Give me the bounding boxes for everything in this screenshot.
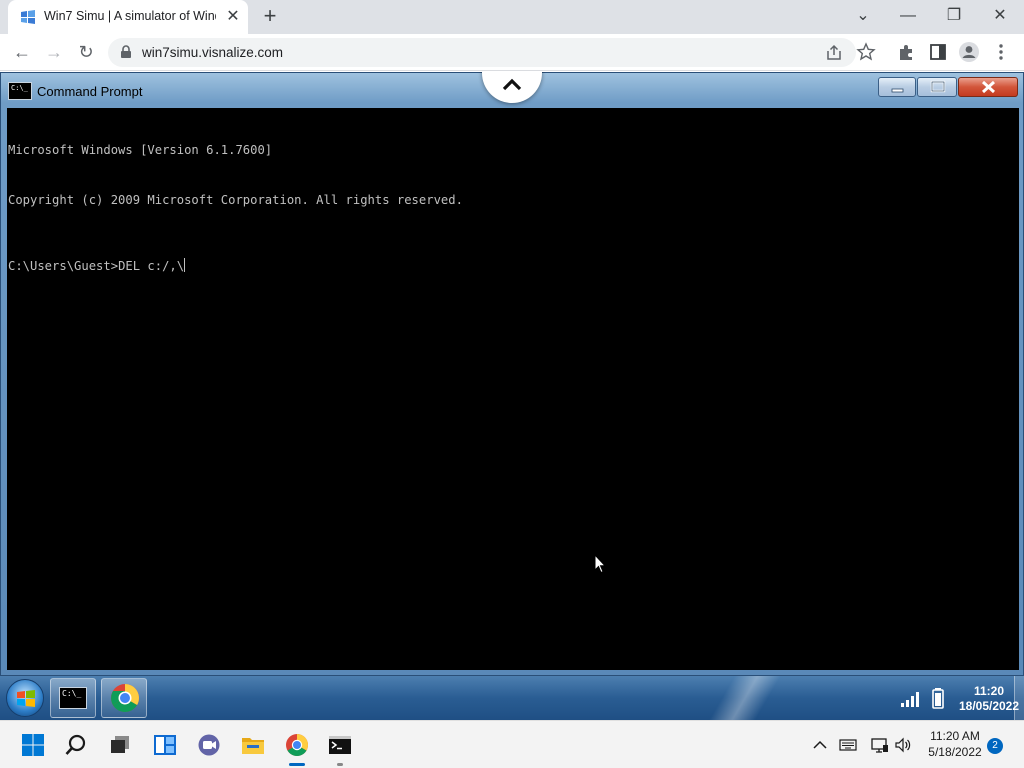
profile-avatar-icon[interactable]: [958, 41, 980, 63]
volume-icon[interactable]: [893, 735, 913, 755]
chevron-up-icon: [502, 78, 522, 91]
browser-toolbar: ← → ↻ win7simu.visnalize.com: [0, 34, 1024, 71]
cmd-window-icon: C:\_: [8, 82, 32, 100]
command-prompt-icon-glyph: C:\_: [62, 689, 82, 698]
cmd-window-icon-glyph: C:\_: [11, 84, 28, 92]
win11-clock[interactable]: 11:20 AM 5/18/2022: [920, 728, 990, 760]
win7-taskbar: C:\_ 11:20 18/05/2022: [0, 676, 1024, 720]
minimize-icon: [891, 88, 904, 93]
close-window-button[interactable]: ✕: [986, 4, 1014, 28]
taskbar-command-prompt[interactable]: C:\_: [50, 678, 96, 718]
back-button[interactable]: ←: [10, 40, 34, 64]
chevron-up-icon[interactable]: [810, 735, 830, 755]
keyboard-icon[interactable]: [838, 735, 858, 755]
console-output[interactable]: Microsoft Windows [Version 6.1.7600] Cop…: [7, 108, 1019, 670]
bookmark-star-icon[interactable]: [855, 41, 877, 63]
tab-close-icon[interactable]: ✕: [224, 8, 242, 26]
cmd-close-button[interactable]: [958, 77, 1018, 97]
cmd-minimize-button[interactable]: [878, 77, 916, 97]
win7-start-button[interactable]: [6, 679, 44, 717]
terminal-taskbar-icon[interactable]: [328, 733, 352, 757]
cmd-maximize-button[interactable]: [917, 77, 957, 97]
teams-chat-icon[interactable]: [197, 733, 221, 757]
close-icon: [981, 80, 996, 94]
lock-icon[interactable]: [120, 45, 132, 59]
win11-clock-time: 11:20 AM: [930, 729, 980, 743]
console-input-text[interactable]: DEL c:/,\: [118, 259, 184, 273]
minimize-window-button[interactable]: —: [894, 4, 922, 28]
show-desktop-button[interactable]: [1014, 676, 1024, 720]
tab-title: Win7 Simu | A simulator of Windows 7: [44, 9, 216, 23]
win11-taskbar: 11:20 AM 5/18/2022 2: [0, 720, 1024, 768]
notification-count-badge[interactable]: 2: [987, 738, 1003, 754]
console-input-line[interactable]: C:\Users\Guest>DEL c:/,\: [8, 258, 1018, 275]
task-view-icon[interactable]: [108, 733, 132, 757]
address-bar[interactable]: win7simu.visnalize.com: [108, 38, 856, 67]
reload-button[interactable]: ↻: [74, 40, 98, 64]
maximize-icon: [930, 80, 946, 93]
chrome-icon: [111, 684, 139, 712]
win7-simulator-viewport: C:\_ Command Prompt Microsoft Windows [V…: [0, 72, 1024, 720]
widgets-icon[interactable]: [153, 733, 177, 757]
command-prompt-window[interactable]: C:\_ Command Prompt Microsoft Windows [V…: [0, 72, 1024, 676]
console-line: Copyright (c) 2009 Microsoft Corporation…: [8, 192, 463, 207]
network-icon[interactable]: [870, 735, 890, 755]
share-icon[interactable]: [823, 42, 845, 64]
url-text[interactable]: win7simu.visnalize.com: [142, 45, 283, 60]
forward-button[interactable]: →: [42, 40, 66, 64]
extensions-icon[interactable]: [895, 41, 917, 63]
windows-flag-icon: [17, 690, 35, 707]
command-prompt-title: Command Prompt: [37, 84, 143, 99]
chrome-active-indicator: [289, 763, 305, 766]
restore-window-button[interactable]: ❐: [940, 4, 968, 28]
signal-strength-icon[interactable]: [900, 690, 922, 708]
tab-search-icon[interactable]: ⌄: [849, 4, 877, 28]
win7simu-favicon-icon: [21, 10, 35, 24]
command-prompt-icon: C:\_: [59, 687, 87, 709]
battery-icon[interactable]: [931, 687, 945, 709]
windows-start-icon[interactable]: [21, 733, 45, 757]
terminal-running-indicator: [337, 763, 343, 766]
win7-system-tray: 11:20 18/05/2022: [874, 676, 1024, 720]
console-prompt: C:\Users\Guest>: [8, 259, 119, 273]
browser-menu-icon[interactable]: [990, 41, 1012, 63]
console-line: Microsoft Windows [Version 6.1.7600]: [8, 143, 273, 157]
taskbar-google-chrome[interactable]: [101, 678, 147, 718]
file-explorer-icon[interactable]: [241, 733, 265, 757]
chrome-taskbar-icon[interactable]: [285, 733, 309, 757]
side-panel-icon[interactable]: [927, 41, 949, 63]
win11-clock-date: 5/18/2022: [928, 745, 982, 759]
browser-tab[interactable]: Win7 Simu | A simulator of Windows 7 ✕: [8, 0, 248, 34]
new-tab-button[interactable]: +: [258, 5, 282, 29]
browser-tab-strip: Win7 Simu | A simulator of Windows 7 ✕ +…: [0, 0, 1024, 34]
text-caret: [184, 258, 186, 272]
mouse-pointer-icon: [594, 554, 606, 574]
search-icon[interactable]: [64, 733, 88, 757]
